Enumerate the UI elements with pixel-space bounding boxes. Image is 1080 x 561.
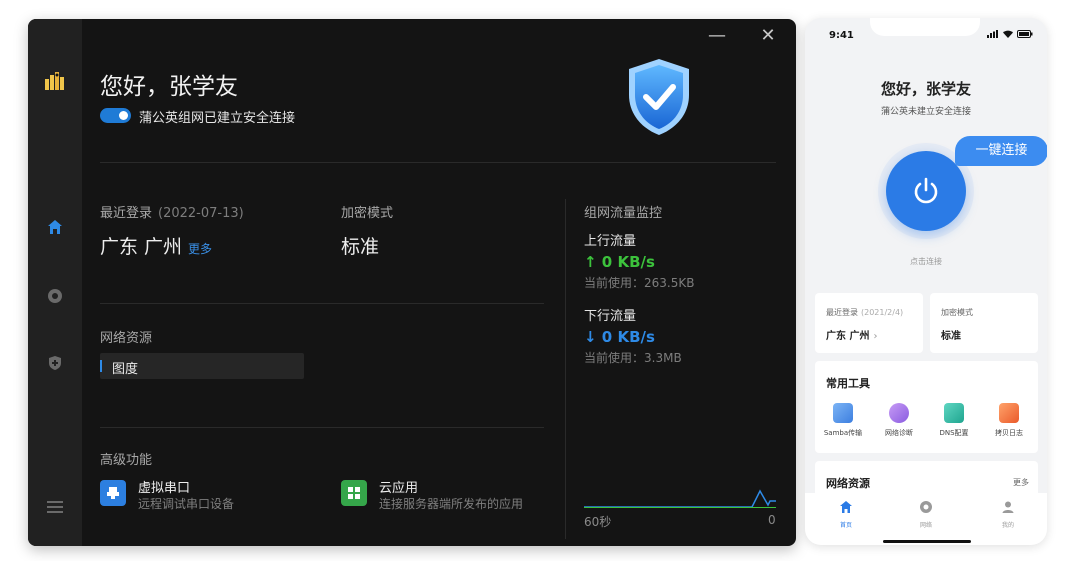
logo-icon <box>43 69 67 93</box>
tab-me[interactable]: 我的 <box>988 499 1028 529</box>
tab-network[interactable]: 网络 <box>906 499 946 529</box>
phone-notch <box>870 18 980 36</box>
serial-port-icon[interactable] <box>100 480 126 506</box>
serial-port-title[interactable]: 虚拟串口 <box>138 477 190 496</box>
download-label: 下行流量 <box>584 309 637 324</box>
last-login-location: 广东 广州 更多 <box>100 236 213 258</box>
connect-button[interactable] <box>886 151 966 231</box>
serial-port-subtitle: 远程调试串口设备 <box>138 497 235 511</box>
mobile-resources-more[interactable]: 更多 <box>1013 477 1029 488</box>
download-rate: ↓ 0 KB/s <box>584 328 655 346</box>
resources-label: 网络资源 <box>100 331 153 346</box>
mobile-connection-status: 蒲公英未建立安全连接 <box>880 107 971 117</box>
upload-rate: ↑ 0 KB/s <box>584 253 655 271</box>
sidebar <box>28 19 82 546</box>
tool-diagnose[interactable]: 网络诊断 <box>873 403 925 438</box>
tools-card: 常用工具 Samba传输 网络诊断 DNS配置 拷贝日志 <box>815 361 1038 453</box>
battery-icon <box>1017 30 1033 38</box>
user-icon <box>1002 501 1014 513</box>
tool-copy-log[interactable]: 拷贝日志 <box>983 403 1035 438</box>
mobile-resources-title: 网络资源 <box>826 477 870 490</box>
cloud-app-title[interactable]: 云应用 <box>379 477 418 496</box>
home-icon[interactable] <box>43 215 67 239</box>
resource-item[interactable]: 图度 <box>100 353 304 379</box>
one-click-connect-button[interactable]: 一键连接 <box>955 136 1047 166</box>
traffic-chart <box>584 489 776 508</box>
upload-used: 当前使用：263.5KB <box>584 276 695 290</box>
more-link[interactable]: 更多 <box>188 242 212 256</box>
chart-axis-left: 60秒 <box>584 515 612 529</box>
last-login-card[interactable]: 最近登录 (2021/2/4) 广东 广州 › <box>815 293 923 353</box>
divider <box>100 162 776 163</box>
tab-home[interactable]: 首页 <box>826 499 866 529</box>
home-icon <box>840 501 852 513</box>
encryption-value: 标准 <box>341 236 380 258</box>
status-time: 9:41 <box>829 30 854 41</box>
network-icon <box>920 501 932 513</box>
shield-check-icon <box>629 59 689 135</box>
security-plus-icon[interactable] <box>43 351 67 375</box>
divider <box>100 427 544 428</box>
wifi-icon <box>1003 30 1013 38</box>
tool-dns[interactable]: DNS配置 <box>928 403 980 438</box>
advanced-label: 高级功能 <box>100 453 153 468</box>
minimize-button[interactable]: — <box>706 25 728 47</box>
status-icons <box>987 30 1033 38</box>
divider <box>565 199 566 539</box>
chevron-right-icon: › <box>873 331 878 342</box>
divider <box>100 303 544 304</box>
tool-samba[interactable]: Samba传输 <box>817 403 869 438</box>
last-login-label: 最近登录 (2022-07-13) <box>100 206 244 221</box>
network-icon[interactable] <box>43 284 67 308</box>
download-used: 当前使用：3.3MB <box>584 351 682 365</box>
traffic-label: 组网流量监控 <box>584 206 663 221</box>
dns-icon <box>944 403 964 423</box>
page-title: 您好，张学友 <box>100 74 238 100</box>
menu-icon[interactable] <box>43 495 67 519</box>
chart-axis-right: 0 <box>768 513 776 527</box>
connection-status: 蒲公英组网已建立安全连接 <box>139 111 296 126</box>
tools-title: 常用工具 <box>826 377 870 390</box>
tab-bar: 首页 网络 我的 <box>805 493 1047 545</box>
tap-hint: 点击连接 <box>910 257 942 266</box>
encryption-label: 加密模式 <box>341 206 394 221</box>
home-indicator <box>883 540 971 543</box>
power-icon <box>914 177 938 204</box>
diagnose-icon <box>889 403 909 423</box>
desktop-window: — ✕ 您好，张学友 蒲公英组网已建立安全连接 最近登录 (2022-07-13)… <box>28 19 796 546</box>
close-button[interactable]: ✕ <box>757 25 779 47</box>
signal-icon <box>987 30 998 38</box>
folder-icon <box>833 403 853 423</box>
encryption-card: 加密模式 标准 <box>930 293 1038 353</box>
cloud-app-subtitle: 连接服务器端所发布的应用 <box>379 497 524 511</box>
upload-label: 上行流量 <box>584 234 637 249</box>
mobile-page-title: 您好，张学友 <box>880 80 971 98</box>
copy-log-icon <box>999 403 1019 423</box>
mobile-screen: 9:41 您好，张学友 蒲公英未建立安全连接 一键连接 点击连接 最近登录 (20… <box>805 18 1047 545</box>
connection-toggle[interactable] <box>100 108 131 123</box>
cloud-app-icon[interactable] <box>341 480 367 506</box>
